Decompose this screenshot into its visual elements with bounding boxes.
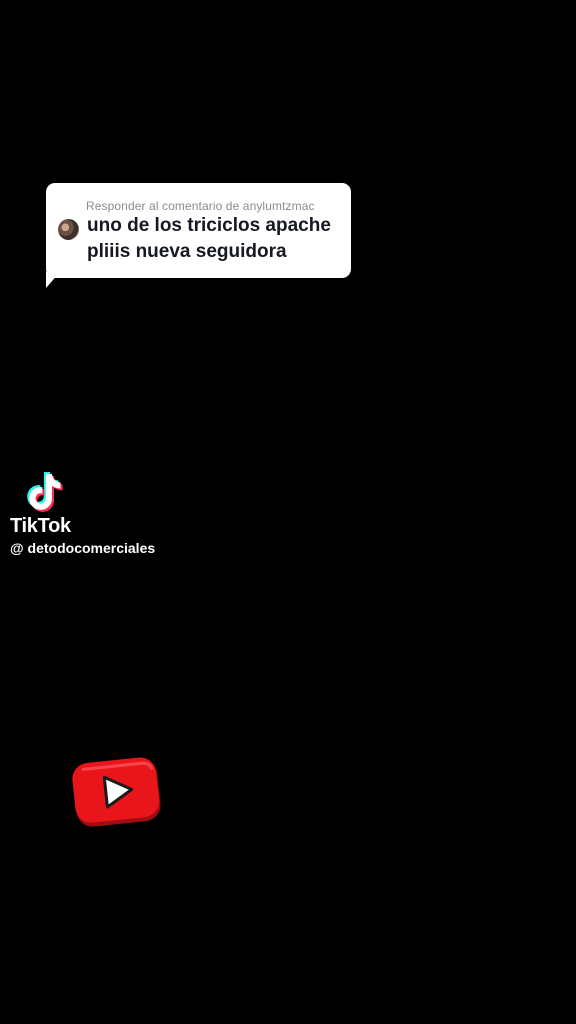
video-frame: Responder al comentario de anylumtzmac u… — [0, 0, 576, 1024]
tiktok-wordmark: TikTok — [10, 515, 71, 537]
reply-comment-header: Responder al comentario de anylumtzmac — [86, 199, 315, 213]
reply-comment-text-line-1: uno de los triciclos apache — [87, 215, 331, 236]
youtube-play-icon — [72, 757, 161, 827]
reply-bubble-tail — [46, 272, 60, 288]
commenter-avatar — [58, 219, 79, 240]
tiktok-note-icon — [27, 472, 63, 512]
reply-comment-text-line-2: pliiis nueva seguidora — [87, 241, 287, 262]
creator-handle: @ detodocomerciales — [10, 540, 156, 556]
